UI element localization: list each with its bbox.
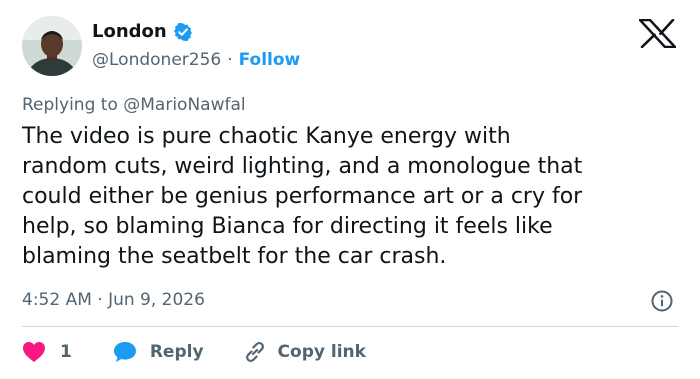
replying-to: Replying to @MarioNawfal <box>22 94 246 116</box>
author-handle-row: @Londoner256 · Follow <box>92 48 300 72</box>
replying-to-label: Replying to <box>22 95 124 115</box>
separator-dot: · <box>227 50 233 70</box>
x-logo-icon[interactable] <box>638 18 677 49</box>
reply-mention-link[interactable]: @MarioNawfal <box>123 95 245 115</box>
reply-label: Reply <box>149 342 204 362</box>
action-bar: 1 Reply Copy link <box>22 338 366 366</box>
author-name-row: London <box>92 20 193 44</box>
tweet-text: The video is pure chaotic Kanye energy w… <box>22 124 583 269</box>
reply-button[interactable]: Reply <box>100 340 204 364</box>
reply-bubble-icon <box>112 340 138 364</box>
tweet-card: London @Londoner256 · Follow Replying to… <box>0 0 700 379</box>
follow-button[interactable]: Follow <box>239 48 301 72</box>
tweet-timestamp[interactable]: 4:52 AM · Jun 9, 2026 <box>22 288 205 312</box>
author-name[interactable]: London <box>92 20 167 44</box>
verified-badge-icon <box>173 22 193 42</box>
copy-link-button[interactable]: Copy link <box>232 339 366 365</box>
like-button[interactable]: 1 <box>22 341 72 363</box>
author-handle[interactable]: @Londoner256 <box>92 48 221 72</box>
heart-icon <box>22 341 46 363</box>
avatar[interactable] <box>22 16 82 76</box>
copy-link-label: Copy link <box>277 342 366 362</box>
divider <box>22 326 678 327</box>
info-icon[interactable] <box>650 289 674 313</box>
like-count: 1 <box>60 342 72 362</box>
link-icon <box>242 339 268 365</box>
